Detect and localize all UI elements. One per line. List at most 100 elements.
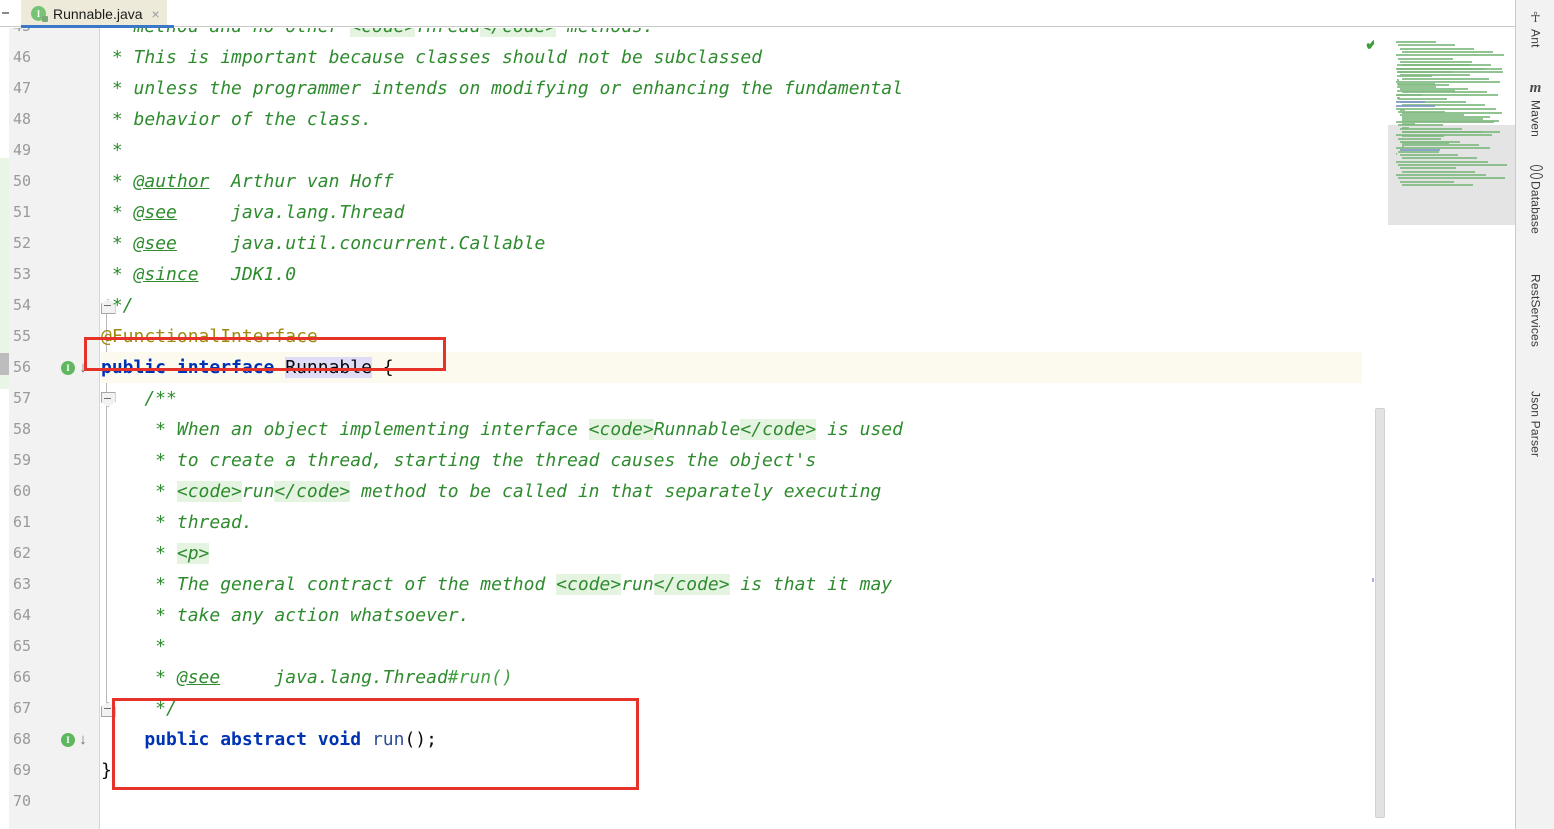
- code-editor[interactable]: 4546474849505152535455565758596061626364…: [0, 28, 1389, 829]
- line-number[interactable]: 64: [0, 600, 31, 631]
- code-token: *: [101, 481, 177, 502]
- editor-scrollbar-thumb[interactable]: [1375, 408, 1385, 818]
- code-line[interactable]: * When an object implementing interface …: [101, 414, 903, 445]
- code-line[interactable]: public interface Runnable {: [101, 352, 394, 383]
- minimap-line: [1400, 149, 1440, 152]
- code-token: </code>: [480, 28, 557, 37]
- minimap-line: [1401, 141, 1450, 144]
- line-number[interactable]: 63: [0, 569, 31, 600]
- code-token: @FunctionalInterface: [101, 326, 318, 347]
- line-number[interactable]: 45: [0, 28, 31, 42]
- code-token: * behavior of the class.: [101, 109, 372, 130]
- code-line[interactable]: * unless the programmer intends on modif…: [101, 73, 903, 104]
- code-token: </code>: [653, 574, 730, 595]
- implemented-interface-icon[interactable]: I: [61, 352, 77, 383]
- code-line[interactable]: * @see java.util.concurrent.Callable: [101, 228, 546, 259]
- code-line[interactable]: */: [101, 693, 177, 724]
- editor-gutter[interactable]: 4546474849505152535455565758596061626364…: [9, 28, 111, 829]
- line-number[interactable]: 66: [0, 662, 31, 693]
- line-number[interactable]: 58: [0, 414, 31, 445]
- code-token: <code>: [350, 28, 416, 37]
- toolwindow-button-database[interactable]: Database: [1516, 164, 1554, 234]
- implementation-arrow-icon[interactable]: ↓: [77, 352, 89, 383]
- line-number[interactable]: 52: [0, 228, 31, 259]
- line-number[interactable]: 59: [0, 445, 31, 476]
- code-line[interactable]: * @see java.lang.Thread: [101, 197, 405, 228]
- line-number[interactable]: 49: [0, 135, 31, 166]
- minimap-line: [1402, 50, 1493, 53]
- toolwindow-label: Database: [1528, 180, 1543, 234]
- minimap-line: [1401, 138, 1403, 141]
- toolwindow-button-maven[interactable]: m Maven: [1516, 79, 1554, 137]
- line-number[interactable]: 51: [0, 197, 31, 228]
- code-token: Runnable: [653, 419, 741, 440]
- tab-title: Runnable.java: [53, 5, 143, 22]
- code-line[interactable]: * to create a thread, starting the threa…: [101, 445, 816, 476]
- code-surface[interactable]: * method and no other <code>Thread</code…: [101, 28, 1389, 829]
- line-number[interactable]: 67: [0, 693, 31, 724]
- code-line[interactable]: * @see java.lang.Thread#run(): [101, 662, 513, 693]
- line-number[interactable]: 53: [0, 259, 31, 290]
- toolwindow-button-json-parser[interactable]: Json Parser: [1516, 391, 1554, 457]
- minimap-line: [1398, 97, 1447, 100]
- line-number[interactable]: 65: [0, 631, 31, 662]
- implemented-interface-icon[interactable]: I: [61, 724, 77, 755]
- line-number[interactable]: 48: [0, 104, 31, 135]
- code-line[interactable]: * @author Arthur van Hoff: [101, 166, 394, 197]
- code-line[interactable]: @FunctionalInterface: [101, 321, 318, 352]
- line-number[interactable]: 60: [0, 476, 31, 507]
- minimap-line: [1400, 180, 1454, 183]
- code-line[interactable]: * @since JDK1.0: [101, 259, 296, 290]
- code-line[interactable]: public abstract void run();: [101, 724, 437, 755]
- toolwindow-button-restservices[interactable]: RestServices: [1516, 274, 1554, 347]
- code-token: Runnable: [285, 357, 372, 378]
- code-line[interactable]: * take any action whatsoever.: [101, 600, 469, 631]
- code-token: public abstract void: [144, 729, 372, 750]
- implementation-arrow-icon[interactable]: ↓: [77, 724, 89, 755]
- line-number[interactable]: 57: [0, 383, 31, 414]
- line-number[interactable]: 50: [0, 166, 31, 197]
- code-token: */: [101, 295, 134, 316]
- code-line[interactable]: *: [101, 631, 166, 662]
- line-number[interactable]: 47: [0, 73, 31, 104]
- line-number[interactable]: 68: [0, 724, 31, 755]
- code-line[interactable]: * This is important because classes shou…: [101, 42, 762, 73]
- line-number[interactable]: 46: [0, 42, 31, 73]
- minimap-line: [1401, 130, 1501, 133]
- line-number[interactable]: 54: [0, 290, 31, 321]
- code-line[interactable]: * The general contract of the method <co…: [101, 569, 892, 600]
- code-line[interactable]: * thread.: [101, 507, 253, 538]
- ide-window: I Runnable.java × 4546474849505152535455…: [0, 0, 1554, 829]
- line-number[interactable]: 70: [0, 786, 31, 817]
- code-token: * to create a thread, starting the threa…: [101, 450, 817, 471]
- code-token: * When an object implementing interface: [101, 419, 589, 440]
- code-token: * The general contract of the method: [101, 574, 557, 595]
- code-token: methods.: [556, 28, 654, 37]
- line-number[interactable]: 55: [0, 321, 31, 352]
- code-token: java.util.concurrent.Callable: [176, 233, 546, 254]
- line-number[interactable]: 62: [0, 538, 31, 569]
- code-line[interactable]: * method and no other <code>Thread</code…: [101, 28, 654, 42]
- code-token: /**: [101, 388, 177, 409]
- code-line[interactable]: * <code>run</code> method to be called i…: [101, 476, 881, 507]
- minimap-line: [1402, 170, 1475, 173]
- code-line[interactable]: * <p>: [101, 538, 210, 569]
- code-line[interactable]: *: [101, 135, 123, 166]
- minimap-line: [1400, 60, 1472, 63]
- code-token: <p>: [176, 543, 210, 564]
- close-icon[interactable]: ×: [152, 7, 160, 21]
- interface-marker-icon: I: [61, 360, 75, 375]
- line-number[interactable]: 69: [0, 755, 31, 786]
- code-minimap[interactable]: [1388, 28, 1515, 829]
- code-line[interactable]: */: [101, 290, 134, 321]
- code-token: #run(): [447, 667, 513, 688]
- line-number[interactable]: 56: [0, 352, 31, 383]
- code-line[interactable]: }: [101, 755, 112, 786]
- code-line[interactable]: * behavior of the class.: [101, 104, 372, 135]
- code-line[interactable]: /**: [101, 383, 177, 414]
- line-number[interactable]: 61: [0, 507, 31, 538]
- toolwindow-button-ant[interactable]: ☥ Ant: [1516, 8, 1554, 48]
- minimap-line: [1401, 127, 1409, 130]
- code-token: @see: [176, 667, 221, 688]
- tab-runnable-java[interactable]: I Runnable.java ×: [21, 0, 167, 27]
